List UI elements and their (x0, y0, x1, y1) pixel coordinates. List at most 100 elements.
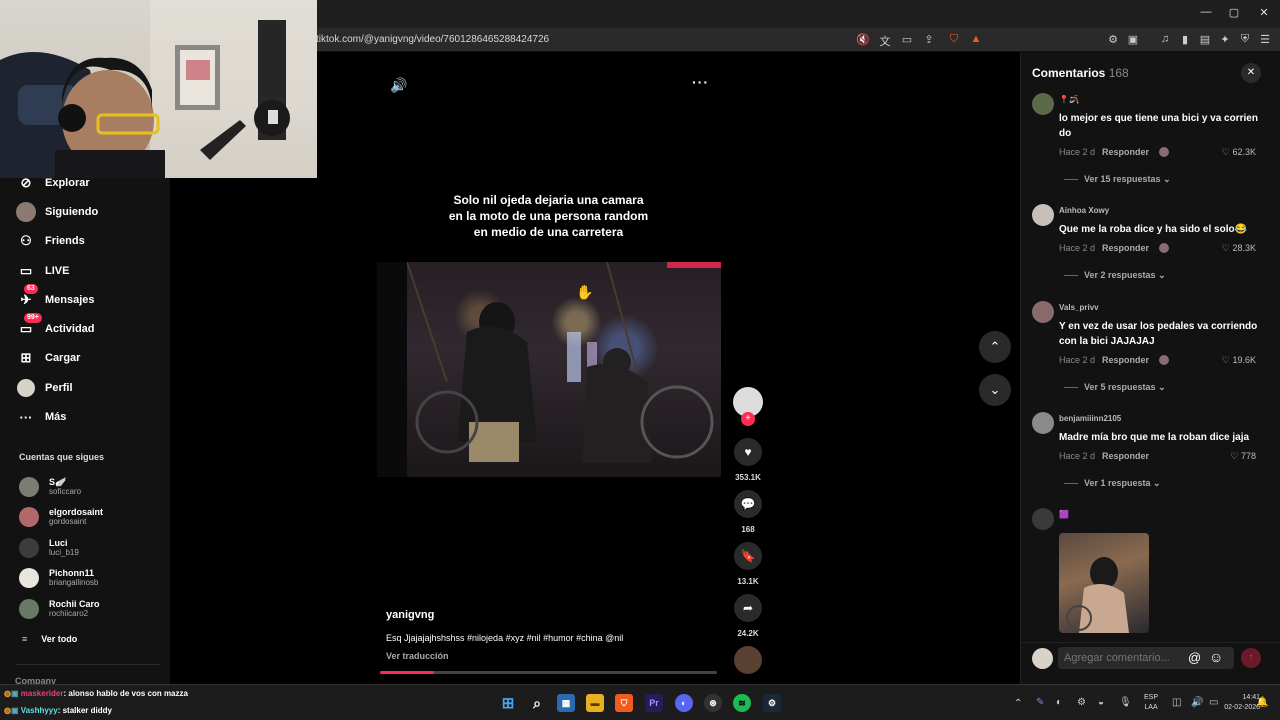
more-options-icon[interactable]: ··· (692, 74, 709, 90)
volume-icon[interactable]: 🔊 (390, 77, 407, 94)
menu-icon[interactable]: ☰ (1257, 33, 1273, 46)
nav-siguiendo[interactable]: Siguiendo (16, 201, 98, 223)
video-player[interactable] (377, 262, 721, 477)
sidebar-toggle-icon[interactable]: ▮ (1177, 33, 1193, 46)
url-text[interactable]: tiktok.com/@yanigvng/video/7601286465288… (316, 34, 549, 45)
steam-icon[interactable]: ⚙ (763, 694, 781, 712)
pen-icon[interactable]: ✎ (1036, 697, 1044, 708)
comment-image[interactable] (1059, 533, 1149, 633)
mute-site-icon[interactable]: 🔇 (855, 33, 871, 46)
minimize-button[interactable]: — (1196, 6, 1216, 18)
follow-plus-icon[interactable]: + (741, 412, 755, 426)
view-replies[interactable]: Ver 1 respuesta ⌄ (1064, 478, 1161, 489)
share-count: 24.2K (737, 629, 759, 638)
comment-like[interactable]: ♡ 28.3K (1200, 243, 1256, 254)
photos-app-icon[interactable]: ▦ (557, 694, 575, 712)
commenter-avatar[interactable] (1032, 508, 1054, 530)
see-all-link[interactable]: ≡ Ver todo (22, 634, 77, 644)
nav-mas[interactable]: ··· Más (16, 406, 67, 428)
previous-video-button[interactable]: ⌃ (979, 331, 1011, 363)
messages-icon: ✈ 63 (16, 284, 38, 310)
comment-button[interactable]: 💬 (734, 490, 762, 518)
commenter-avatar[interactable] (1032, 204, 1054, 226)
tray-chevron-icon[interactable]: ⌃ (1014, 698, 1022, 709)
close-comments-button[interactable]: ✕ (1241, 63, 1261, 83)
save-button[interactable]: 🔖 (734, 542, 762, 570)
brave-rewards-icon[interactable]: ▲ (968, 33, 984, 45)
brave-shield-icon[interactable]: ⛉ (946, 33, 962, 46)
language-indicator[interactable]: ESP LAA (1144, 693, 1158, 713)
microphone-icon[interactable]: 🎙 (1119, 697, 1132, 708)
view-replies[interactable]: Ver 2 respuestas ⌄ (1064, 270, 1166, 281)
emoji-icon[interactable]: ☺ (1209, 649, 1223, 665)
comment-username[interactable]: 🟪 (1059, 510, 1069, 519)
comment-username[interactable]: 📍🪃 (1059, 95, 1079, 104)
commenter-avatar[interactable] (1032, 412, 1054, 434)
reply-button[interactable]: Responder (1102, 451, 1149, 461)
send-comment-button[interactable]: ↑ (1241, 648, 1261, 668)
comment-username[interactable]: Ainhoa Xowy (1059, 206, 1109, 215)
windows-start-icon[interactable]: ⊞ (499, 694, 517, 712)
share-button[interactable]: ➦ (734, 594, 762, 622)
video-progress-track[interactable] (380, 671, 717, 674)
brave-browser-icon[interactable]: ⛉ (615, 694, 633, 712)
gamepad-icon[interactable]: ◒ (1098, 697, 1104, 708)
music-icon[interactable]: ♫ (1157, 33, 1173, 45)
following-account[interactable]: Luci luci_b19 (19, 536, 79, 560)
wallet-icon[interactable]: ▤ (1197, 33, 1213, 46)
share-icon[interactable]: ⇪ (921, 33, 937, 46)
comment-username[interactable]: Vals_privv (1059, 303, 1099, 312)
comment-like[interactable]: ♡ 62.3K (1200, 147, 1256, 158)
app-icon[interactable]: ⊛ (704, 694, 722, 712)
notification-bell-icon[interactable]: 🔔 (1256, 697, 1268, 708)
next-video-button[interactable]: ⌄ (979, 374, 1011, 406)
reply-button[interactable]: Responder (1102, 243, 1149, 253)
translate-link[interactable]: Ver traducción (386, 651, 449, 661)
discord-icon[interactable]: ◐ (675, 694, 693, 712)
network-icon[interactable]: ◫ (1172, 697, 1181, 708)
steam-tray-icon[interactable]: ⚙ (1077, 697, 1086, 708)
following-account[interactable]: elgordosaint gordosaint (19, 505, 103, 529)
close-window-button[interactable]: ✕ (1254, 6, 1274, 19)
view-replies[interactable]: Ver 15 respuestas ⌄ (1064, 174, 1171, 185)
nav-friends[interactable]: ⚇ Friends (16, 230, 85, 252)
comment-like[interactable]: ♡ 778 (1200, 451, 1256, 462)
spotify-icon[interactable]: ≋ (733, 694, 751, 712)
premiere-pro-icon[interactable]: Pr (645, 694, 663, 712)
windows-taskbar (0, 684, 1280, 720)
reply-button[interactable]: Responder (1102, 355, 1149, 365)
search-icon[interactable]: ⌕ (528, 694, 546, 712)
commenter-avatar[interactable] (1032, 93, 1054, 115)
extensions-icon[interactable]: ⚙ (1105, 33, 1121, 46)
commenter-avatar[interactable] (1032, 301, 1054, 323)
tab-search-icon[interactable]: ▣ (1125, 33, 1141, 46)
nav-label: Actividad (45, 323, 95, 335)
nav-live[interactable]: ▭ LIVE (16, 260, 70, 282)
following-account[interactable]: S🪽 soficcaro (19, 475, 81, 499)
comment-username[interactable]: benjamiiinn2105 (1059, 414, 1121, 423)
cast-icon[interactable]: ▭ (899, 33, 915, 46)
like-button[interactable]: ♥ (734, 438, 762, 466)
discord-tray-icon[interactable]: ◐ (1056, 697, 1062, 708)
nav-actividad[interactable]: ▭ 99+ Actividad (16, 313, 95, 340)
nav-explorar[interactable]: ⊘ Explorar (16, 172, 90, 194)
file-explorer-icon[interactable]: ▬ (586, 694, 604, 712)
music-disc-icon[interactable] (734, 646, 762, 674)
view-replies[interactable]: Ver 5 respuestas ⌄ (1064, 382, 1166, 393)
vpn-icon[interactable]: ⛨ (1237, 33, 1253, 46)
comment-input[interactable] (1058, 647, 1234, 669)
nav-perfil[interactable]: Perfil (16, 377, 73, 399)
following-account[interactable]: Rochii Caro rochiicaro2 (19, 597, 100, 621)
mention-icon[interactable]: @ (1188, 650, 1201, 665)
account-handle: gordosaint (49, 517, 87, 526)
nav-cargar[interactable]: ⊞ Cargar (16, 347, 81, 369)
following-account[interactable]: Pichonn11 briangallinosb (19, 566, 98, 590)
clock[interactable]: 14:41 02-02-2026 (1200, 693, 1260, 713)
translate-icon[interactable]: 文 (877, 33, 893, 49)
comment-like[interactable]: ♡ 19.6K (1200, 355, 1256, 366)
leo-ai-icon[interactable]: ✦ (1217, 33, 1233, 46)
video-author[interactable]: yanigvng (386, 609, 434, 621)
nav-mensajes[interactable]: ✈ 63 Mensajes (16, 284, 95, 311)
maximize-button[interactable]: ▢ (1224, 6, 1244, 19)
reply-button[interactable]: Responder (1102, 147, 1149, 157)
